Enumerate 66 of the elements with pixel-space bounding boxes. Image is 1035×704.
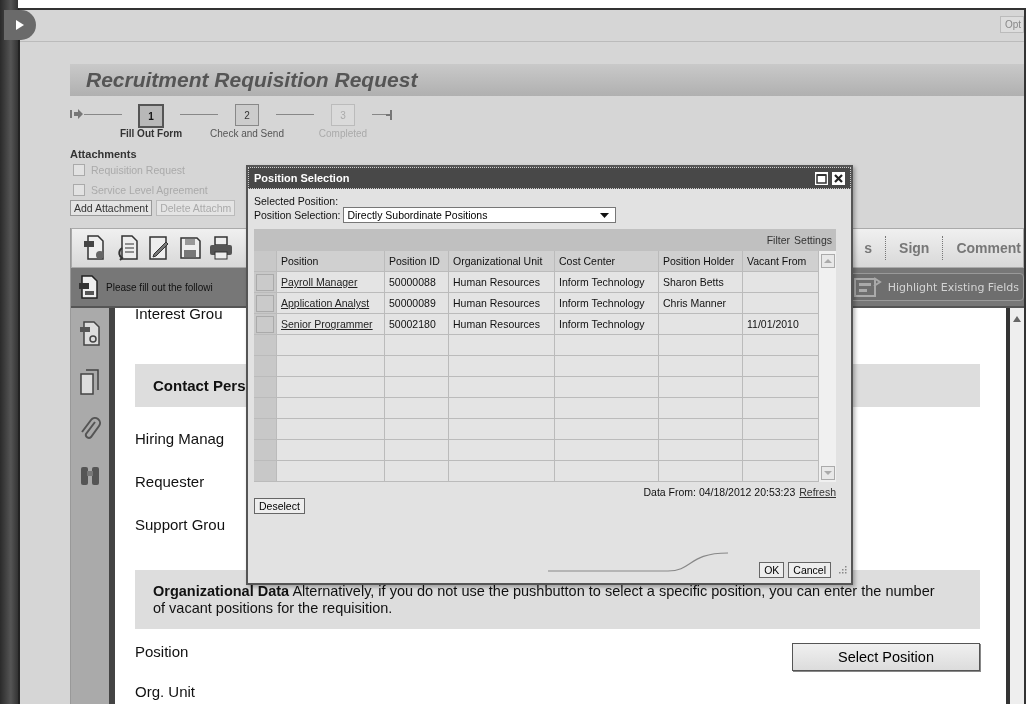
play-arrow-icon: [16, 20, 24, 30]
add-attachment-button[interactable]: Add Attachment: [70, 200, 153, 216]
start-arrow-icon: [70, 109, 84, 119]
toolbar-tab[interactable]: s: [864, 240, 880, 256]
field-label: Support Grou: [135, 516, 226, 535]
dropdown-caret-icon: [600, 212, 610, 218]
instruction-message: Please fill out the followi: [106, 281, 213, 293]
field-label: Hiring Manag: [135, 430, 225, 449]
table-cell: 50002180: [385, 314, 449, 334]
position-link[interactable]: Application Analyst: [281, 297, 370, 309]
field-label: Requester: [135, 473, 205, 492]
attachments-heading: Attachments: [70, 148, 138, 160]
end-marker-icon: [386, 109, 392, 121]
position-selection-dropdown[interactable]: Directly Subordinate Positions: [343, 207, 617, 223]
binoculars-icon[interactable]: [78, 464, 102, 488]
dialog-title: Position Selection: [253, 172, 351, 184]
table-cell: Chris Manner: [659, 293, 743, 313]
maximize-icon[interactable]: [814, 170, 829, 186]
close-icon[interactable]: [831, 170, 846, 186]
column-header[interactable]: Organizational Unit: [449, 251, 555, 271]
position-selection-label: Position Selection:: [254, 209, 341, 221]
column-header[interactable]: Position ID: [385, 251, 449, 271]
section-description: Organizational Data Alternatively, if you do not use the pushbutton to select a specific position, you can enter the number of vacant positions for the requisition.: [153, 582, 936, 617]
table-cell: Inform Technology: [555, 314, 659, 334]
form-document-icon: [77, 274, 101, 300]
field-label: Interest Grou: [135, 308, 223, 320]
select-position-button[interactable]: Select Position: [792, 643, 980, 671]
document-search-icon[interactable]: [78, 320, 102, 348]
toolbar-tab[interactable]: Comment: [949, 240, 1023, 256]
pages-icon[interactable]: [78, 368, 102, 396]
table-cell: Inform Technology: [555, 293, 659, 313]
section-title: Contact Pers: [153, 377, 246, 394]
table-action-link[interactable]: Filter: [766, 234, 791, 246]
scrollbar[interactable]: [1006, 308, 1024, 704]
table-cell: Inform Technology: [555, 272, 659, 292]
table-action-link[interactable]: Settings: [794, 234, 832, 246]
step-number[interactable]: 1: [138, 104, 164, 128]
printer-icon[interactable]: [208, 235, 234, 261]
checkbox[interactable]: [73, 164, 85, 176]
deselect-button[interactable]: Deselect: [254, 498, 305, 514]
page-title: Recruitment Requisition Request: [86, 68, 418, 92]
step-number[interactable]: 2: [235, 104, 259, 126]
table-cell: Human Resources: [449, 293, 555, 313]
position-link[interactable]: Payroll Manager: [281, 276, 358, 288]
step-label: Fill Out Form: [119, 128, 183, 139]
checkbox[interactable]: [73, 184, 85, 196]
column-header[interactable]: Position Holder: [659, 251, 743, 271]
table-cell: Sharon Betts: [659, 272, 743, 292]
column-header[interactable]: Cost Center: [555, 251, 659, 271]
ok-button[interactable]: OK: [759, 562, 785, 578]
refresh-link[interactable]: Refresh: [799, 486, 836, 498]
column-header[interactable]: Position: [277, 251, 385, 271]
field-label: Org. Unit: [135, 685, 195, 699]
field-label: Position: [135, 643, 189, 660]
data-timestamp: Data From: 04/18/2012 20:53:23: [643, 486, 796, 498]
table-cell: 50000088: [385, 272, 449, 292]
cancel-button[interactable]: Cancel: [788, 562, 831, 578]
selected-position-label: Selected Position:: [254, 195, 340, 207]
table-cell: 50000089: [385, 293, 449, 313]
expand-toggle[interactable]: [4, 10, 36, 40]
scroll-up-icon[interactable]: [1013, 316, 1021, 322]
form-fields-icon: [853, 276, 882, 298]
table-cell: Human Resources: [449, 314, 555, 334]
table-cell: Human Resources: [449, 272, 555, 292]
position-link[interactable]: Senior Programmer: [281, 318, 373, 330]
step-label: Check and Send: [210, 128, 284, 139]
